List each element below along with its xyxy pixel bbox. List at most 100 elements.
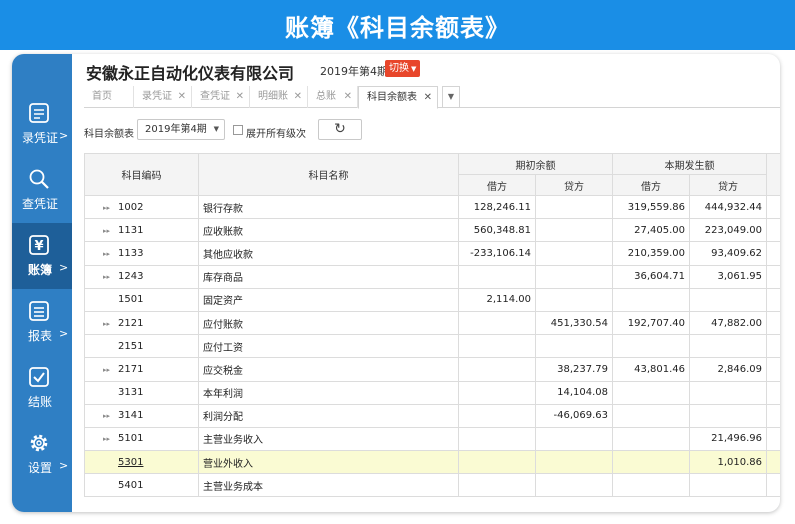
tab-account-balance[interactable]: 科目余额表 ✕ bbox=[358, 86, 438, 109]
table-row[interactable]: ▸▸ 2171 应交税金 38,237.79 43,801.46 2,846.09 bbox=[84, 357, 780, 382]
sidebar-item-closing[interactable]: 结账 bbox=[12, 355, 72, 421]
chevron-right-icon: > bbox=[59, 129, 69, 142]
sidebar-item-reports[interactable]: 报表 > bbox=[12, 289, 72, 355]
report-icon bbox=[29, 301, 49, 321]
yen-icon: ¥ bbox=[29, 235, 49, 255]
opening-debit-cell bbox=[458, 310, 536, 336]
refresh-icon: ↻ bbox=[334, 121, 346, 137]
column-header-opening-balance: 期初余额 bbox=[458, 153, 613, 175]
table-row[interactable]: ▸▸ 1002 银行存款 128,246.11 319,559.86 444,932.44 bbox=[84, 194, 780, 220]
chevron-right-icon: > bbox=[59, 261, 69, 274]
period-select[interactable]: 2019年第4期 ▼ bbox=[137, 119, 225, 140]
table-row[interactable]: 2151 应付工资 bbox=[84, 334, 780, 359]
account-code: 2151 bbox=[118, 340, 144, 352]
sidebar-item-ledger[interactable]: ¥ 账簿 > bbox=[12, 223, 72, 289]
expand-icon[interactable]: ▸▸ bbox=[103, 366, 115, 374]
tab-voucher-search[interactable]: 查凭证 ✕ bbox=[192, 86, 250, 108]
account-name-cell: 库存商品 bbox=[198, 264, 459, 289]
column-header-current-amount: 本期发生额 bbox=[612, 153, 767, 175]
expand-icon[interactable]: ▸▸ bbox=[103, 204, 115, 212]
tab-label: 首页 bbox=[92, 91, 112, 102]
table-row[interactable]: ▸▸ 3141 利润分配 -46,069.63 bbox=[84, 403, 780, 428]
column-header-opening-debit[interactable]: 借方 bbox=[458, 174, 536, 196]
table-body: ▸▸ 1002 银行存款 128,246.11 319,559.86 444,932.44… bbox=[84, 194, 780, 498]
filler-cell bbox=[766, 450, 780, 475]
tab-detail-ledger[interactable]: 明细账 ✕ bbox=[250, 86, 308, 108]
sidebar-item-label: 报表 bbox=[27, 329, 52, 343]
column-header-current-debit[interactable]: 借方 bbox=[612, 174, 690, 196]
caret-down-icon: ▼ bbox=[447, 92, 455, 101]
show-all-levels-label[interactable]: 展开所有级次 bbox=[246, 125, 306, 140]
tab-voucher-entry[interactable]: 录凭证 ✕ bbox=[134, 86, 192, 108]
account-code-cell: ▸▸ 1133 bbox=[84, 241, 199, 266]
switch-period-button[interactable]: 切换 ▼ bbox=[385, 60, 421, 77]
tab-bar: 首页 录凭证 ✕ 查凭证 ✕ 明细账 ✕ 总账 ✕ 科目余额表 ✕ ▼ bbox=[84, 86, 780, 109]
table-row[interactable]: ▸▸ 1133 其他应收款 -233,106.14 210,359.00 93,409.6… bbox=[84, 241, 780, 266]
column-header-current-credit[interactable]: 贷方 bbox=[689, 174, 767, 196]
table-row[interactable]: 5301 营业外收入 1,010.86 bbox=[84, 450, 780, 475]
column-header-code[interactable]: 科目编码 bbox=[84, 153, 199, 196]
table-row[interactable]: ▸▸ 1131 应收账款 560,348.81 27,405.00 223,049.00 bbox=[84, 218, 780, 243]
table-row[interactable]: ▸▸ 2121 应付账款 451,330.54 192,707.40 47,882.00 bbox=[84, 310, 780, 336]
sidebar-item-label: 查凭证 bbox=[21, 197, 58, 211]
expand-icon[interactable]: ▸▸ bbox=[103, 227, 115, 235]
column-header-opening-credit[interactable]: 贷方 bbox=[535, 174, 613, 196]
filler-cell bbox=[766, 426, 780, 452]
opening-debit-cell bbox=[458, 403, 536, 428]
account-code-cell: 3131 bbox=[84, 380, 199, 405]
close-icon[interactable]: ✕ bbox=[236, 86, 244, 108]
close-icon[interactable]: ✕ bbox=[424, 87, 432, 109]
refresh-button[interactable]: ↻ bbox=[318, 119, 362, 140]
table-row[interactable]: 3131 本年利润 14,104.08 bbox=[84, 380, 780, 405]
sidebar-item-voucher-search[interactable]: 查凭证 bbox=[12, 157, 72, 223]
sidebar-item-label: 账簿 bbox=[27, 263, 52, 277]
account-code: 1243 bbox=[118, 271, 144, 283]
expand-icon[interactable]: ▸▸ bbox=[103, 412, 115, 420]
account-code-cell: ▸▸ 5101 bbox=[84, 426, 199, 452]
filler-cell bbox=[766, 403, 780, 428]
app-window: 录凭证 > 查凭证 ¥ 账簿 > 报表 > 结账 设置 > 安徽永正自动化仪表有… bbox=[12, 54, 780, 512]
tab-home[interactable]: 首页 bbox=[84, 86, 134, 108]
account-name-cell: 应收账款 bbox=[198, 218, 459, 243]
column-header-name[interactable]: 科目名称 bbox=[198, 153, 459, 196]
account-name-cell: 营业外收入 bbox=[198, 450, 459, 475]
account-name-cell: 应付账款 bbox=[198, 310, 459, 336]
tab-label: 科目余额表 bbox=[367, 92, 417, 103]
current-debit-cell bbox=[612, 450, 690, 475]
current-credit-cell bbox=[689, 380, 767, 405]
table-row[interactable]: 1501 固定资产 2,114.00 bbox=[84, 287, 780, 312]
opening-credit-cell bbox=[535, 218, 613, 243]
expand-icon[interactable]: ▸▸ bbox=[103, 273, 115, 281]
table-row[interactable]: ▸▸ 1243 库存商品 36,604.71 3,061.95 bbox=[84, 264, 780, 289]
account-code: 1131 bbox=[118, 224, 144, 236]
account-name-cell: 应付工资 bbox=[198, 334, 459, 359]
close-icon[interactable]: ✕ bbox=[294, 86, 302, 108]
table-row[interactable]: 5401 主营业务成本 bbox=[84, 473, 780, 498]
tab-general-ledger[interactable]: 总账 ✕ bbox=[308, 86, 358, 108]
current-credit-cell: 2,846.09 bbox=[689, 357, 767, 382]
account-code[interactable]: 5301 bbox=[118, 457, 143, 468]
close-icon[interactable]: ✕ bbox=[344, 86, 352, 108]
tab-overflow-menu[interactable]: ▼ bbox=[442, 86, 460, 108]
expand-icon[interactable]: ▸▸ bbox=[103, 250, 115, 258]
show-all-levels-checkbox[interactable] bbox=[233, 125, 243, 135]
current-credit-cell: 47,882.00 bbox=[689, 310, 767, 336]
opening-credit-cell: 38,237.79 bbox=[535, 357, 613, 382]
expand-icon[interactable]: ▸▸ bbox=[103, 435, 115, 443]
page-banner: 账簿《科目余额表》 bbox=[0, 0, 795, 50]
account-code: 3131 bbox=[118, 387, 144, 399]
filler-cell bbox=[766, 380, 780, 405]
account-name-cell: 其他应收款 bbox=[198, 241, 459, 266]
opening-debit-cell bbox=[458, 357, 536, 382]
account-name-cell: 利润分配 bbox=[198, 403, 459, 428]
close-icon[interactable]: ✕ bbox=[178, 86, 186, 108]
expand-icon[interactable]: ▸▸ bbox=[103, 320, 115, 328]
sidebar-item-voucher-entry[interactable]: 录凭证 > bbox=[12, 91, 72, 157]
account-name-cell: 银行存款 bbox=[198, 194, 459, 220]
current-credit-cell: 93,409.62 bbox=[689, 241, 767, 266]
current-debit-cell: 36,604.71 bbox=[612, 264, 690, 289]
sidebar-item-settings[interactable]: 设置 > bbox=[12, 421, 72, 487]
current-credit-cell: 444,932.44 bbox=[689, 194, 767, 220]
table-row[interactable]: ▸▸ 5101 主营业务收入 21,496.96 bbox=[84, 426, 780, 452]
voucher-entry-icon bbox=[29, 103, 49, 123]
